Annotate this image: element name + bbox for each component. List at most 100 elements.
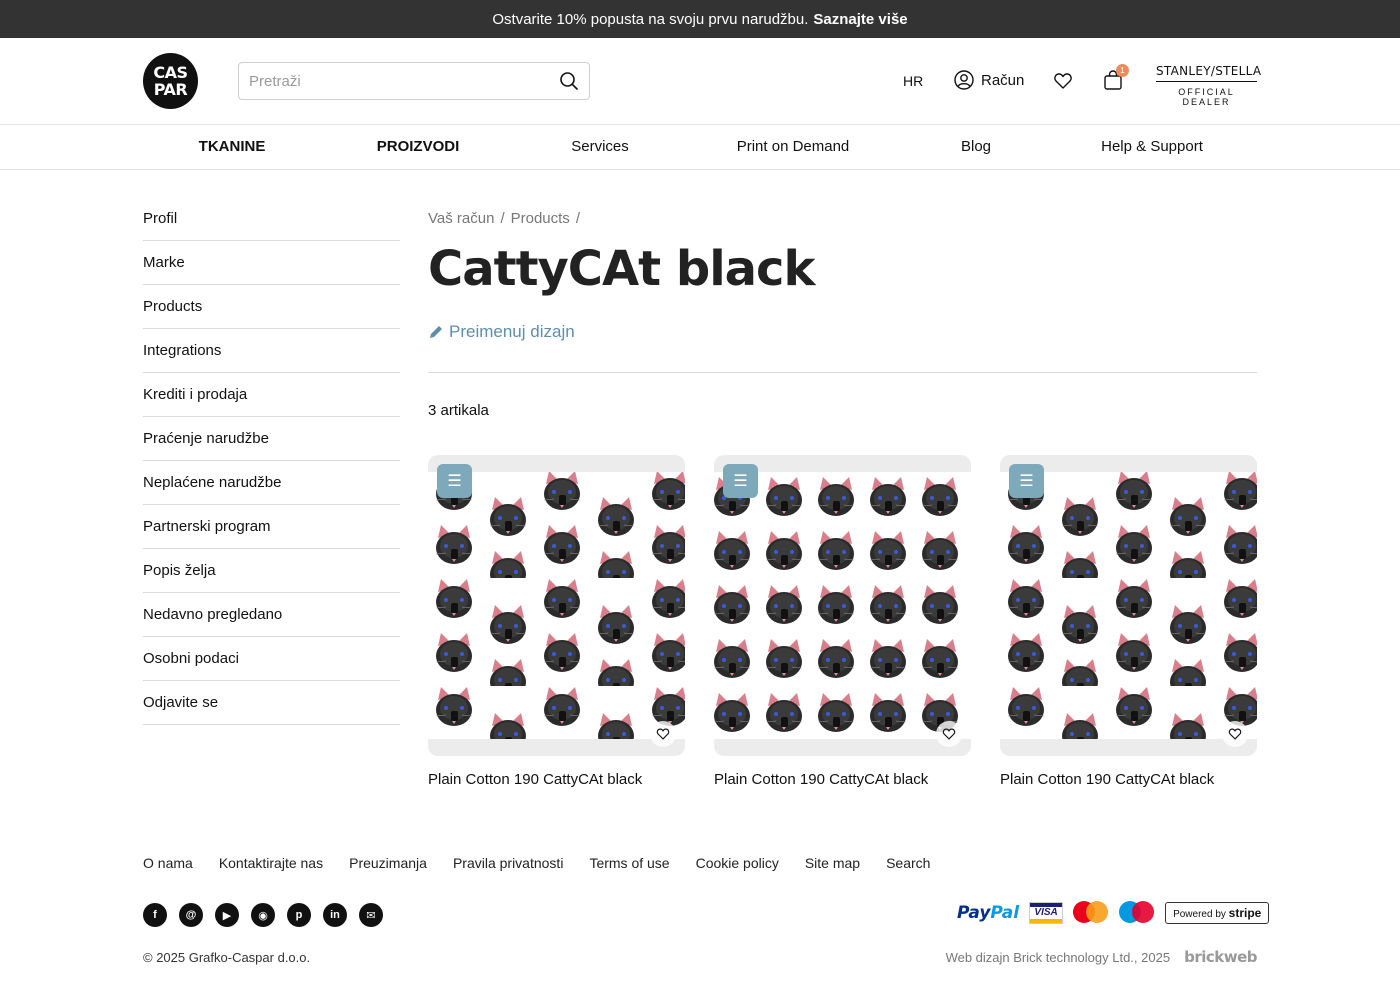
sidebar-item-marke[interactable]: Marke: [143, 241, 400, 285]
footer-link-kontakt[interactable]: Kontaktirajte nas: [219, 855, 323, 871]
card-wishlist-button[interactable]: [1222, 721, 1248, 747]
stripe-badge: Powered by stripe: [1165, 902, 1270, 924]
sidebar-item-neplacene[interactable]: Neplaćene narudžbe: [143, 461, 400, 505]
card-wishlist-button[interactable]: [650, 721, 676, 747]
footer-link-search[interactable]: Search: [886, 855, 930, 871]
product-name[interactable]: Plain Cotton 190 CattyCAt black: [1000, 771, 1257, 788]
sidebar-item-products[interactable]: Products: [143, 285, 400, 329]
sidebar-item-nedavno[interactable]: Nedavno pregledano: [143, 593, 400, 637]
cat-pattern-image: [714, 472, 971, 739]
youtube-icon[interactable]: ▶: [215, 903, 239, 927]
brickweb-logo[interactable]: brickweb: [1184, 948, 1257, 966]
nav-item-tkanine[interactable]: TKANINE: [199, 138, 266, 155]
section-divider: [428, 372, 1257, 373]
nav-item-blog[interactable]: Blog: [961, 138, 991, 155]
paypal-logo: PayPal: [957, 903, 1019, 923]
threads-icon[interactable]: @: [179, 903, 203, 927]
instagram-icon[interactable]: ◉: [251, 903, 275, 927]
linkedin-icon[interactable]: in: [323, 903, 347, 927]
rename-label: Preimenuj dizajn: [449, 322, 575, 341]
breadcrumb-vas-racun[interactable]: Vaš račun: [428, 210, 494, 227]
footer-link-sitemap[interactable]: Site map: [805, 855, 860, 871]
social-links: f @ ▶ ◉ p in ✉: [143, 903, 383, 927]
sidebar-item-profil[interactable]: Profil: [143, 197, 400, 241]
search-icon[interactable]: [559, 71, 579, 91]
sidebar-item-osobni-podaci[interactable]: Osobni podaci: [143, 637, 400, 681]
paypal-pay: Pay: [957, 903, 991, 923]
footer-link-privatnost[interactable]: Pravila privatnosti: [453, 855, 564, 871]
search-box: [238, 62, 590, 100]
mastercard-logo: [1073, 901, 1109, 925]
paypal-pal: Pal: [990, 903, 1020, 923]
account-link[interactable]: Račun: [954, 70, 1024, 90]
sidebar-item-odjava[interactable]: Odjavite se: [143, 681, 400, 725]
logo-text-top: CAS: [153, 63, 188, 82]
nav-item-help-support[interactable]: Help & Support: [1101, 138, 1203, 155]
cart-button[interactable]: 1: [1103, 64, 1129, 96]
nav-item-services[interactable]: Services: [571, 138, 629, 155]
user-icon: [954, 70, 974, 90]
menu-icon: ☰: [733, 473, 748, 490]
account-sidebar: Profil Marke Products Integrations Kredi…: [143, 197, 400, 725]
breadcrumb: Vaš račun / Products /: [428, 197, 1257, 241]
footer-links: O nama Kontaktirajte nas Preuzimanja Pra…: [143, 855, 930, 871]
stripe-prefix: Powered by: [1173, 909, 1226, 920]
item-count: 3 artikala: [428, 402, 489, 419]
search-input[interactable]: [249, 72, 559, 90]
product-image[interactable]: ☰: [428, 455, 685, 756]
web-credit: Web dizajn Brick technology Ltd., 2025 b…: [946, 948, 1258, 966]
caspar-logo[interactable]: CAS PAR: [143, 53, 198, 109]
product-name[interactable]: Plain Cotton 190 CattyCAt black: [714, 771, 971, 788]
promo-bar: Ostvarite 10% popusta na svoju prvu naru…: [0, 0, 1400, 38]
breadcrumb-separator: /: [500, 210, 505, 227]
footer-link-cookie[interactable]: Cookie policy: [696, 855, 779, 871]
product-name[interactable]: Plain Cotton 190 CattyCAt black: [428, 771, 685, 788]
cat-pattern-image: [1000, 472, 1257, 739]
card-menu-button[interactable]: ☰: [437, 464, 472, 498]
dealer-sub: OFFICIAL DEALER: [1178, 87, 1235, 107]
promo-text: Ostvarite 10% popusta na svoju prvu naru…: [492, 10, 809, 28]
stripe-brand: stripe: [1228, 906, 1262, 920]
card-wishlist-button[interactable]: [936, 721, 962, 747]
footer-link-terms[interactable]: Terms of use: [589, 855, 669, 871]
nav-item-print-on-demand[interactable]: Print on Demand: [737, 138, 850, 155]
site-header: CAS PAR HR Račun 1 STANLEY/STELLA OFFICI…: [0, 38, 1400, 125]
product-image[interactable]: ☰: [714, 455, 971, 756]
product-grid: ☰ Plain Cotton 190 CattyCAt black ☰ Plai…: [428, 455, 1257, 795]
credit-text[interactable]: Web dizajn Brick technology Ltd., 2025: [946, 950, 1171, 965]
heart-icon: [656, 728, 670, 740]
nav-item-proizvodi[interactable]: PROIZVODI: [377, 138, 460, 155]
heart-icon: [942, 728, 956, 740]
email-icon[interactable]: ✉: [359, 903, 383, 927]
heart-icon: [1228, 728, 1242, 740]
pencil-icon: [430, 326, 442, 338]
product-card[interactable]: ☰ Plain Cotton 190 CattyCAt black: [714, 455, 971, 788]
sidebar-item-pracenje[interactable]: Praćenje narudžbe: [143, 417, 400, 461]
sidebar-item-krediti[interactable]: Krediti i prodaja: [143, 373, 400, 417]
breadcrumb-products[interactable]: Products: [511, 210, 570, 227]
wishlist-heart-icon[interactable]: [1053, 71, 1073, 91]
product-card[interactable]: ☰ Plain Cotton 190 CattyCAt black: [1000, 455, 1257, 788]
language-switcher[interactable]: HR: [903, 73, 923, 89]
sidebar-item-partnerski[interactable]: Partnerski program: [143, 505, 400, 549]
product-card[interactable]: ☰ Plain Cotton 190 CattyCAt black: [428, 455, 685, 788]
product-image[interactable]: ☰: [1000, 455, 1257, 756]
facebook-icon[interactable]: f: [143, 903, 167, 927]
rename-design-link[interactable]: Preimenuj dizajn: [428, 319, 1257, 345]
card-menu-button[interactable]: ☰: [1009, 464, 1044, 498]
visa-logo: VISA: [1029, 902, 1064, 924]
promo-link[interactable]: Saznajte više: [813, 11, 907, 28]
sidebar-item-integrations[interactable]: Integrations: [143, 329, 400, 373]
cart-count-badge: 1: [1116, 64, 1129, 77]
main-nav: TKANINE PROIZVODI Services Print on Dema…: [0, 125, 1400, 170]
footer-link-preuzimanja[interactable]: Preuzimanja: [349, 855, 427, 871]
footer-link-o-nama[interactable]: O nama: [143, 855, 193, 871]
maestro-logo: [1119, 901, 1155, 925]
pinterest-icon[interactable]: p: [287, 903, 311, 927]
sidebar-item-popis-zelja[interactable]: Popis želja: [143, 549, 400, 593]
breadcrumb-separator: /: [575, 210, 580, 227]
card-menu-button[interactable]: ☰: [723, 464, 758, 498]
visa-text: VISA: [1034, 907, 1058, 918]
menu-icon: ☰: [1019, 473, 1034, 490]
payment-methods: PayPal VISA Powered by stripe: [957, 901, 1270, 925]
